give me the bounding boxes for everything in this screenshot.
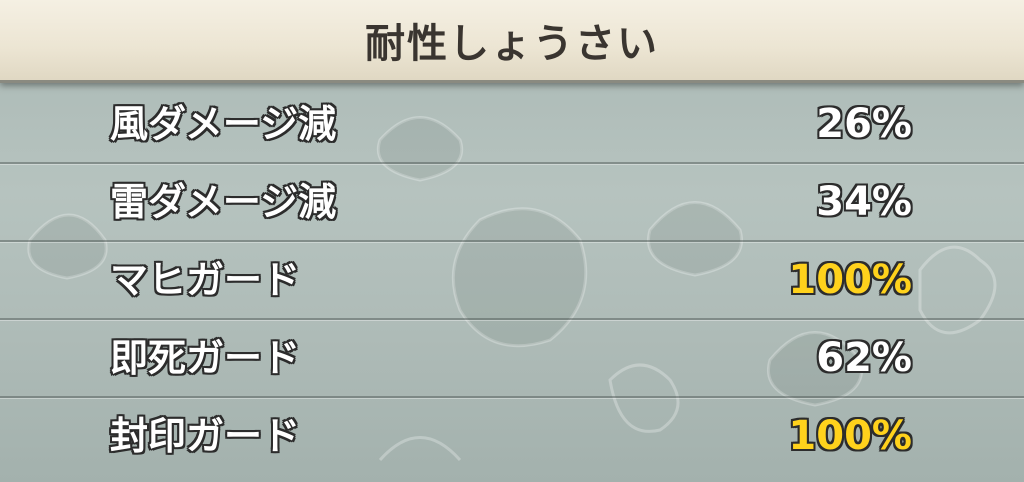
resistance-value: 26%	[816, 101, 912, 147]
panel-header: 耐性しょうさい	[0, 0, 1024, 83]
resistance-detail-panel: 耐性しょうさい 風ダメージ減 26% 雷ダメージ減 34% マヒガード 100%…	[0, 0, 1024, 482]
panel-title: 耐性しょうさい	[365, 21, 659, 67]
resistance-row-paralysis: マヒガード 100%	[0, 242, 1024, 320]
resistance-row-seal: 封印ガード 100%	[0, 398, 1024, 474]
resistance-value: 62%	[816, 335, 912, 381]
resistance-value: 100%	[788, 257, 912, 303]
resistance-value: 34%	[816, 179, 912, 225]
resistance-row-wind: 風ダメージ減 26%	[0, 86, 1024, 164]
resistance-value: 100%	[788, 413, 912, 459]
resistance-label: 雷ダメージ減	[110, 180, 337, 224]
resistance-label: 封印ガード	[110, 414, 301, 458]
resistance-row-thunder: 雷ダメージ減 34%	[0, 164, 1024, 242]
resistance-list: 風ダメージ減 26% 雷ダメージ減 34% マヒガード 100% 即死ガード 6…	[0, 86, 1024, 474]
resistance-row-instant-death: 即死ガード 62%	[0, 320, 1024, 398]
resistance-label: マヒガード	[110, 258, 301, 302]
resistance-label: 風ダメージ減	[110, 102, 337, 146]
resistance-label: 即死ガード	[110, 336, 301, 380]
